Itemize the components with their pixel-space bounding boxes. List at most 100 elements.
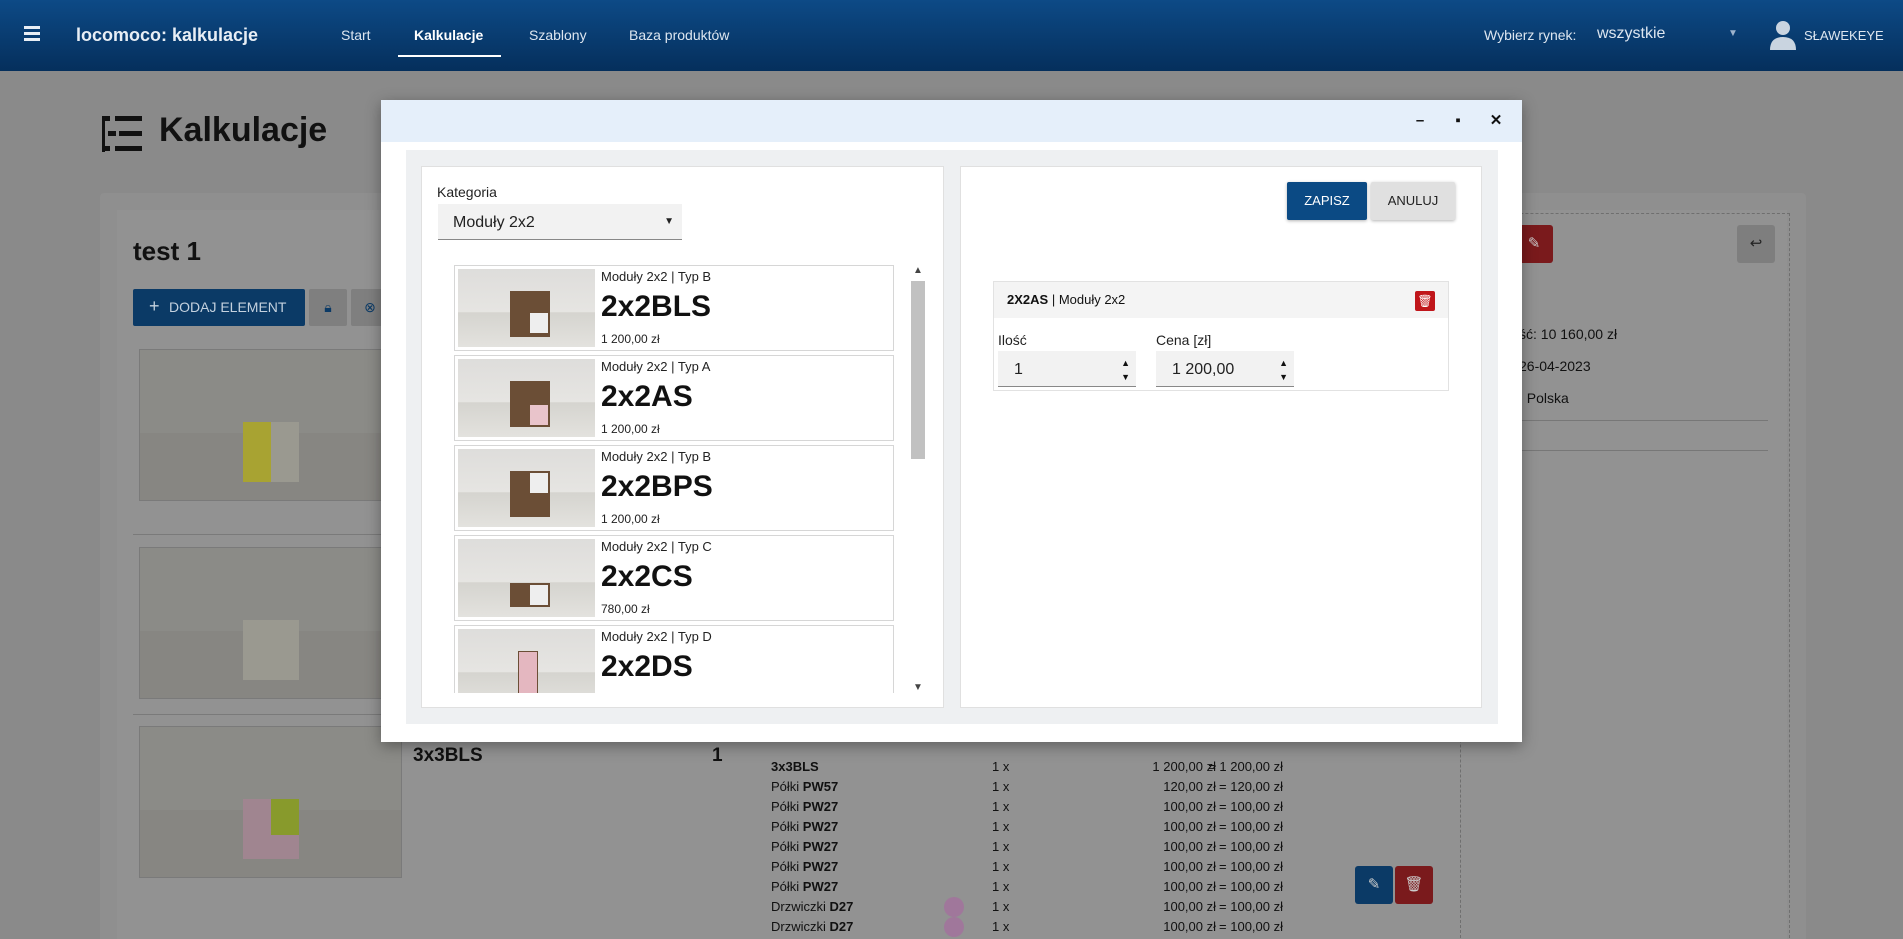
chevron-down-icon[interactable]: ▼ <box>913 682 923 693</box>
product-code: 2x2BLS <box>601 290 712 323</box>
row-divider <box>133 534 413 535</box>
qty-input[interactable]: 1 ▲ ▼ <box>998 351 1136 387</box>
lock-icon: 🔒︎ <box>324 299 332 315</box>
plus-icon: + <box>149 296 160 316</box>
product-list: Moduły 2x2 | Typ B 2x2BLS 1 200,00 zł Mo… <box>454 265 914 693</box>
category-label: Kategoria <box>437 184 497 200</box>
maximize-icon[interactable]: ▪ <box>1448 111 1468 131</box>
chevron-up-icon[interactable]: ▲ <box>913 265 923 276</box>
product-price: 780,00 zł <box>601 602 650 616</box>
product-card[interactable]: Moduły 2x2 | Typ B 2x2BPS 1 200,00 zł <box>454 445 894 531</box>
page-title: Kalkulacje <box>159 111 328 149</box>
spinner-icon[interactable]: ▲ ▼ <box>1121 356 1130 384</box>
product-price: 1 200,00 zł <box>601 512 660 526</box>
product-code: 2x2CS <box>601 560 693 593</box>
delete-selected-button[interactable]: 🗑︎ <box>1415 291 1435 311</box>
selection-pane <box>960 166 1482 708</box>
selected-item-header: 2X2AS | Moduły 2x2 🗑︎ <box>994 282 1448 318</box>
divider <box>1500 420 1768 421</box>
cancel-button[interactable]: ANULUJ <box>1371 182 1455 220</box>
detail-total: = 120,00 zł <box>1219 779 1283 794</box>
eraser-icon: ✎ <box>1527 235 1541 252</box>
item-qty: 1 <box>712 745 723 766</box>
detail-name: Drzwiczki D27 <box>771 899 854 914</box>
detail-name: Półki PW27 <box>771 839 839 854</box>
app-brand[interactable]: locomoco: kalkulacje <box>76 25 258 46</box>
summary-market: : Polska <box>1519 390 1569 406</box>
product-category: Moduły 2x2 | Typ B <box>601 269 712 284</box>
user-icon[interactable] <box>1770 20 1796 50</box>
item-thumbnail <box>139 726 402 878</box>
spinner-icon[interactable]: ▲ ▼ <box>1279 356 1288 384</box>
detail-total: = 100,00 zł <box>1219 839 1283 854</box>
product-image <box>458 359 595 437</box>
nav-start[interactable]: Start <box>341 27 371 43</box>
delete-button[interactable]: 🗑︎ <box>1395 866 1433 904</box>
product-category: Moduły 2x2 | Typ A <box>601 359 711 374</box>
dialog-titlebar: – ▪ ✕ <box>381 100 1522 142</box>
product-code: 2x2BPS <box>601 470 713 503</box>
category-select[interactable]: Moduły 2x2 ▼ <box>438 204 682 240</box>
product-image <box>458 629 595 693</box>
undo-icon: ↩ <box>1749 235 1763 252</box>
product-category: Moduły 2x2 | Typ C <box>601 539 712 554</box>
trash-icon: 🗑︎ <box>1404 876 1424 893</box>
detail-total: = 100,00 zł <box>1219 879 1283 894</box>
detail-qty: 1 x <box>992 779 1010 794</box>
product-card[interactable]: Moduły 2x2 | Typ C 2x2CS 780,00 zł <box>454 535 894 621</box>
product-card[interactable]: Moduły 2x2 | Typ D 2x2DS <box>454 625 894 693</box>
summary-value: ść: 10 160,00 zł <box>1519 326 1618 342</box>
item-thumbnail <box>139 547 402 699</box>
user-name[interactable]: SŁAWEKEYE <box>1804 28 1884 43</box>
nav-szablony[interactable]: Szablony <box>529 27 587 43</box>
close-icon[interactable]: ✕ <box>1486 111 1506 131</box>
detail-qty: 1 x <box>992 839 1010 854</box>
chevron-down-icon: ▼ <box>664 216 674 227</box>
nav-baza-produktow[interactable]: Baza produktów <box>629 27 729 43</box>
price-input[interactable]: 1 200,00 ▲ ▼ <box>1156 351 1294 387</box>
detail-qty: 1 x <box>992 899 1010 914</box>
detail-qty: 1 x <box>992 799 1010 814</box>
top-navbar: locomoco: kalkulacje Start Kalkulacje Sz… <box>0 0 1903 71</box>
summary-date: 26-04-2023 <box>1519 358 1591 374</box>
detail-qty: 1 x <box>992 819 1010 834</box>
row-divider <box>133 714 413 715</box>
save-button[interactable]: ZAPISZ <box>1287 182 1367 220</box>
nav-kalkulacje[interactable]: Kalkulacje <box>414 27 483 43</box>
detail-name: 3x3BLS <box>771 759 819 774</box>
detail-total: = 1 200,00 zł <box>1208 759 1283 774</box>
product-card[interactable]: Moduły 2x2 | Typ A 2x2AS 1 200,00 zł <box>454 355 894 441</box>
pencil-icon: ✎ <box>1367 876 1381 893</box>
minimize-icon[interactable]: – <box>1410 111 1430 131</box>
scrollbar-thumb[interactable] <box>911 281 925 459</box>
product-code: 2x2DS <box>601 650 693 683</box>
close-circle-icon: ⊗ <box>364 299 376 315</box>
item-name: 3x3BLS <box>413 745 483 766</box>
product-category: Moduły 2x2 | Typ D <box>601 629 712 644</box>
hamburger-menu-icon[interactable] <box>24 26 40 42</box>
item-thumbnail <box>139 349 402 501</box>
trash-icon: 🗑︎ <box>1417 294 1433 308</box>
qty-label: Ilość <box>998 332 1027 348</box>
detail-name: Półki PW27 <box>771 799 839 814</box>
product-list-scrollbar[interactable]: ▲ ▼ <box>909 265 927 693</box>
detail-total: = 100,00 zł <box>1219 919 1283 934</box>
product-category: Moduły 2x2 | Typ B <box>601 449 712 464</box>
product-picker-dialog: – ▪ ✕ Kategoria Moduły 2x2 ▼ Moduły 2x2 … <box>381 100 1522 742</box>
lock-button[interactable]: 🔒︎ <box>309 289 347 326</box>
calculation-title: test 1 <box>133 236 201 266</box>
detail-qty: 1 x <box>992 859 1010 874</box>
add-element-button[interactable]: + DODAJ ELEMENT <box>133 289 305 326</box>
back-button[interactable]: ↩ <box>1737 225 1775 263</box>
edit-button[interactable]: ✎ <box>1355 866 1393 904</box>
list-icon <box>102 116 142 152</box>
divider <box>1500 450 1768 451</box>
product-image <box>458 449 595 527</box>
color-swatch <box>944 917 964 937</box>
product-code: 2x2AS <box>601 380 693 413</box>
detail-name: Drzwiczki D27 <box>771 919 854 934</box>
market-select[interactable]: wszystkie <box>1597 25 1665 43</box>
chevron-down-icon[interactable]: ▼ <box>1728 28 1738 39</box>
product-card[interactable]: Moduły 2x2 | Typ B 2x2BLS 1 200,00 zł <box>454 265 894 351</box>
detail-total: = 100,00 zł <box>1219 819 1283 834</box>
